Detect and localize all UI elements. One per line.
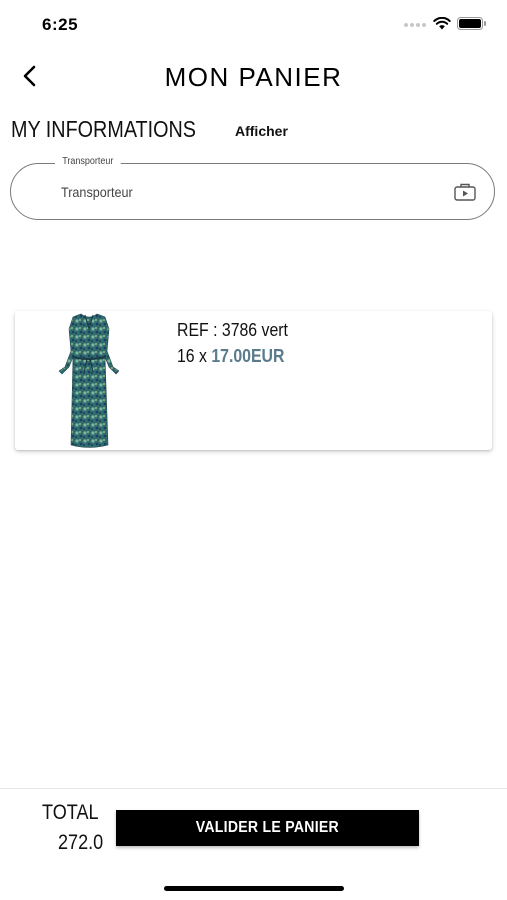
status-time: 6:25 xyxy=(42,15,79,34)
my-informations-heading: MY INFORMATIONS xyxy=(11,116,196,142)
product-reference: REF : 3786 vert xyxy=(177,320,288,340)
navigation-bar: MON PANIER xyxy=(0,52,507,102)
status-icons xyxy=(403,17,487,30)
carrier-field-value: Transporteur xyxy=(61,184,133,200)
cellular-signal-icon xyxy=(404,22,426,27)
validate-cart-label: VALIDER LE PANIER xyxy=(195,819,340,836)
validate-cart-button[interactable]: VALIDER LE PANIER xyxy=(116,810,419,846)
status-bar: 6:25 xyxy=(0,0,507,48)
floral-maxi-dress-image xyxy=(59,313,119,448)
battery-icon xyxy=(457,17,486,30)
page-title: MON PANIER xyxy=(164,62,343,92)
cart-item-card[interactable]: REF : 3786 vert 16 x 17.00EUR xyxy=(15,311,492,450)
product-quantity: 16 x xyxy=(177,346,212,366)
show-informations-link[interactable]: Afficher xyxy=(235,123,288,139)
dropdown-selector-icon xyxy=(454,183,476,201)
total-value: 272.0 xyxy=(58,831,104,854)
carrier-field-label: Transporteur xyxy=(55,156,121,167)
footer-divider xyxy=(0,788,507,789)
wifi-icon xyxy=(433,17,451,30)
total-label: TOTAL xyxy=(42,801,99,824)
product-quantity-price: 16 x 17.00EUR xyxy=(177,346,284,367)
home-indicator[interactable] xyxy=(164,886,344,891)
carrier-select-field[interactable]: Transporteur Transporteur xyxy=(10,156,495,220)
product-unit-price: 17.00EUR xyxy=(211,346,285,366)
